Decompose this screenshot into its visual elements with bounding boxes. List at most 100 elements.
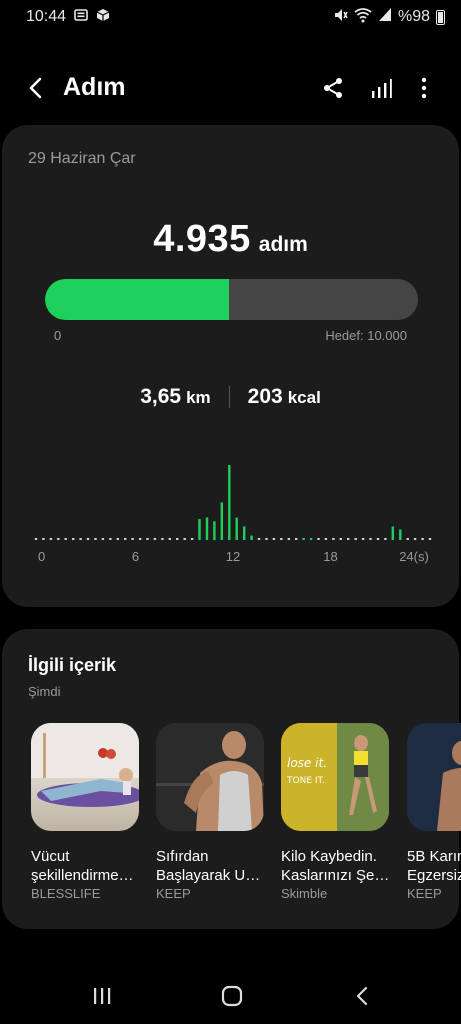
steps-card: 29 Haziran Çar 4.935 adım 0 Hedef: 10.000… [2,125,459,607]
chart-bar [332,538,335,540]
chart-bar [257,538,261,540]
related-item-title-line2: Egzersiz [407,867,461,884]
wifi-icon [354,7,372,28]
hourly-steps-chart[interactable]: 0 6 12 18 24(s) [30,455,440,575]
related-item[interactable]: Vücut şekillendirme… BLESSLIFE [31,723,141,901]
chart-x-tick-label: 18 [323,549,337,564]
battery-percent: %98 [397,8,430,25]
chart-bar [220,502,223,540]
distance-unit: km [186,388,211,407]
related-item-title: Kilo Kaybedin. Kaslarınızı Şe… [281,847,393,885]
steps-unit: adım [258,233,308,256]
chart-bar [243,526,246,540]
thumb-text-1: lose it. [287,756,327,770]
related-item-title-line1: Vücut [31,848,70,865]
chart-bar [265,538,268,540]
chart-bar [124,538,127,540]
chart-bar [153,538,157,540]
page-title: Adım [63,73,126,101]
chart-x-tick-label: 12 [226,549,240,564]
related-item[interactable]: 5B Karın Egzersiz KEEP [407,723,461,901]
share-icon [324,78,342,98]
related-item-title-line2: şekillendirme… [31,867,134,884]
chart-bar [34,538,38,540]
stats-divider [228,386,230,408]
chart-bar [272,538,276,540]
progress-min-label: 0 [54,328,62,343]
chart-bar [228,465,231,540]
related-thumbnail [407,723,461,831]
home-icon [221,985,243,1007]
bar-chart-icon [372,79,392,98]
nav-back-icon [356,986,368,1006]
calories-value: 203 [247,385,283,408]
related-list[interactable]: Vücut şekillendirme… BLESSLIFE Sıfırdan … [31,723,461,903]
back-arrow-icon [29,77,42,99]
related-item-title-line1: Kilo Kaybedin. [281,848,377,865]
related-item[interactable]: lose it. TONE IT. Kilo Kaybedin. Kasları… [281,723,391,901]
related-subtitle: Şimdi [28,684,61,699]
chart-bar [361,538,365,540]
chart-bar [161,538,164,540]
recent-apps-icon [94,988,111,1004]
home-button[interactable] [215,982,249,1010]
chart-bar [57,538,60,540]
chart-bar [369,538,372,540]
chart-bar [64,538,67,540]
steps-summary: 4.935 adım [2,218,459,261]
back-button[interactable] [22,74,50,102]
related-item-title: 5B Karın Egzersiz [407,847,461,885]
thumb-text-2: TONE IT. [286,776,325,786]
chart-bar [235,517,238,540]
more-vertical-icon [421,77,427,99]
chart-bar [280,538,283,540]
related-item-brand: KEEP [407,886,442,901]
chart-bar [190,538,194,540]
chart-bar [79,538,82,540]
related-item[interactable]: Sıfırdan Başlayarak U… KEEP [156,723,266,901]
share-button[interactable] [319,74,347,102]
chart-bar [109,538,112,540]
chart-bar [376,538,380,540]
chart-bar [213,521,216,541]
chart-bar [287,538,290,540]
date-label[interactable]: 29 Haziran Çar [28,150,136,168]
system-nav-bar [0,968,461,1024]
signal-icon [378,7,392,27]
chart-bar [116,538,119,540]
chart-bar [302,538,305,540]
status-time: 10:44 [26,8,67,25]
chart-bar [421,538,424,540]
distance-stat: 3,65 km [140,385,210,409]
chart-bar [399,529,402,540]
related-item-title: Sıfırdan Başlayarak U… [156,847,268,885]
chart-bar [339,538,342,540]
recent-apps-button[interactable] [85,982,119,1010]
chart-bar [198,519,201,540]
chart-bar [86,538,90,540]
related-item-brand: BLESSLIFE [31,886,101,901]
chart-bar [384,538,387,540]
chart-bar [49,538,53,540]
related-item-title-line1: Sıfırdan [156,848,209,865]
steps-progress-fill [45,279,230,320]
related-item-title: Vücut şekillendirme… [31,847,143,885]
trends-button[interactable] [367,74,395,102]
chart-bar [131,538,134,540]
app-header: Adım [0,60,461,116]
chart-x-tick-label: 24(s) [399,549,429,564]
system-back-button[interactable] [345,982,379,1010]
chart-bar [72,538,75,540]
chart-bar [309,538,313,540]
chart-bar [413,538,417,540]
distance-value: 3,65 [140,385,182,408]
chart-bar [138,538,142,540]
more-options-button[interactable] [410,74,438,102]
chart-bar [428,538,432,540]
related-item-title-line2: Kaslarınızı Şe… [281,867,390,884]
chart-bar [168,538,171,540]
mute-icon [332,7,348,28]
steps-count: 4.935 [153,218,251,260]
chart-bar [146,538,149,540]
calories-stat: 203 kcal [248,385,321,409]
